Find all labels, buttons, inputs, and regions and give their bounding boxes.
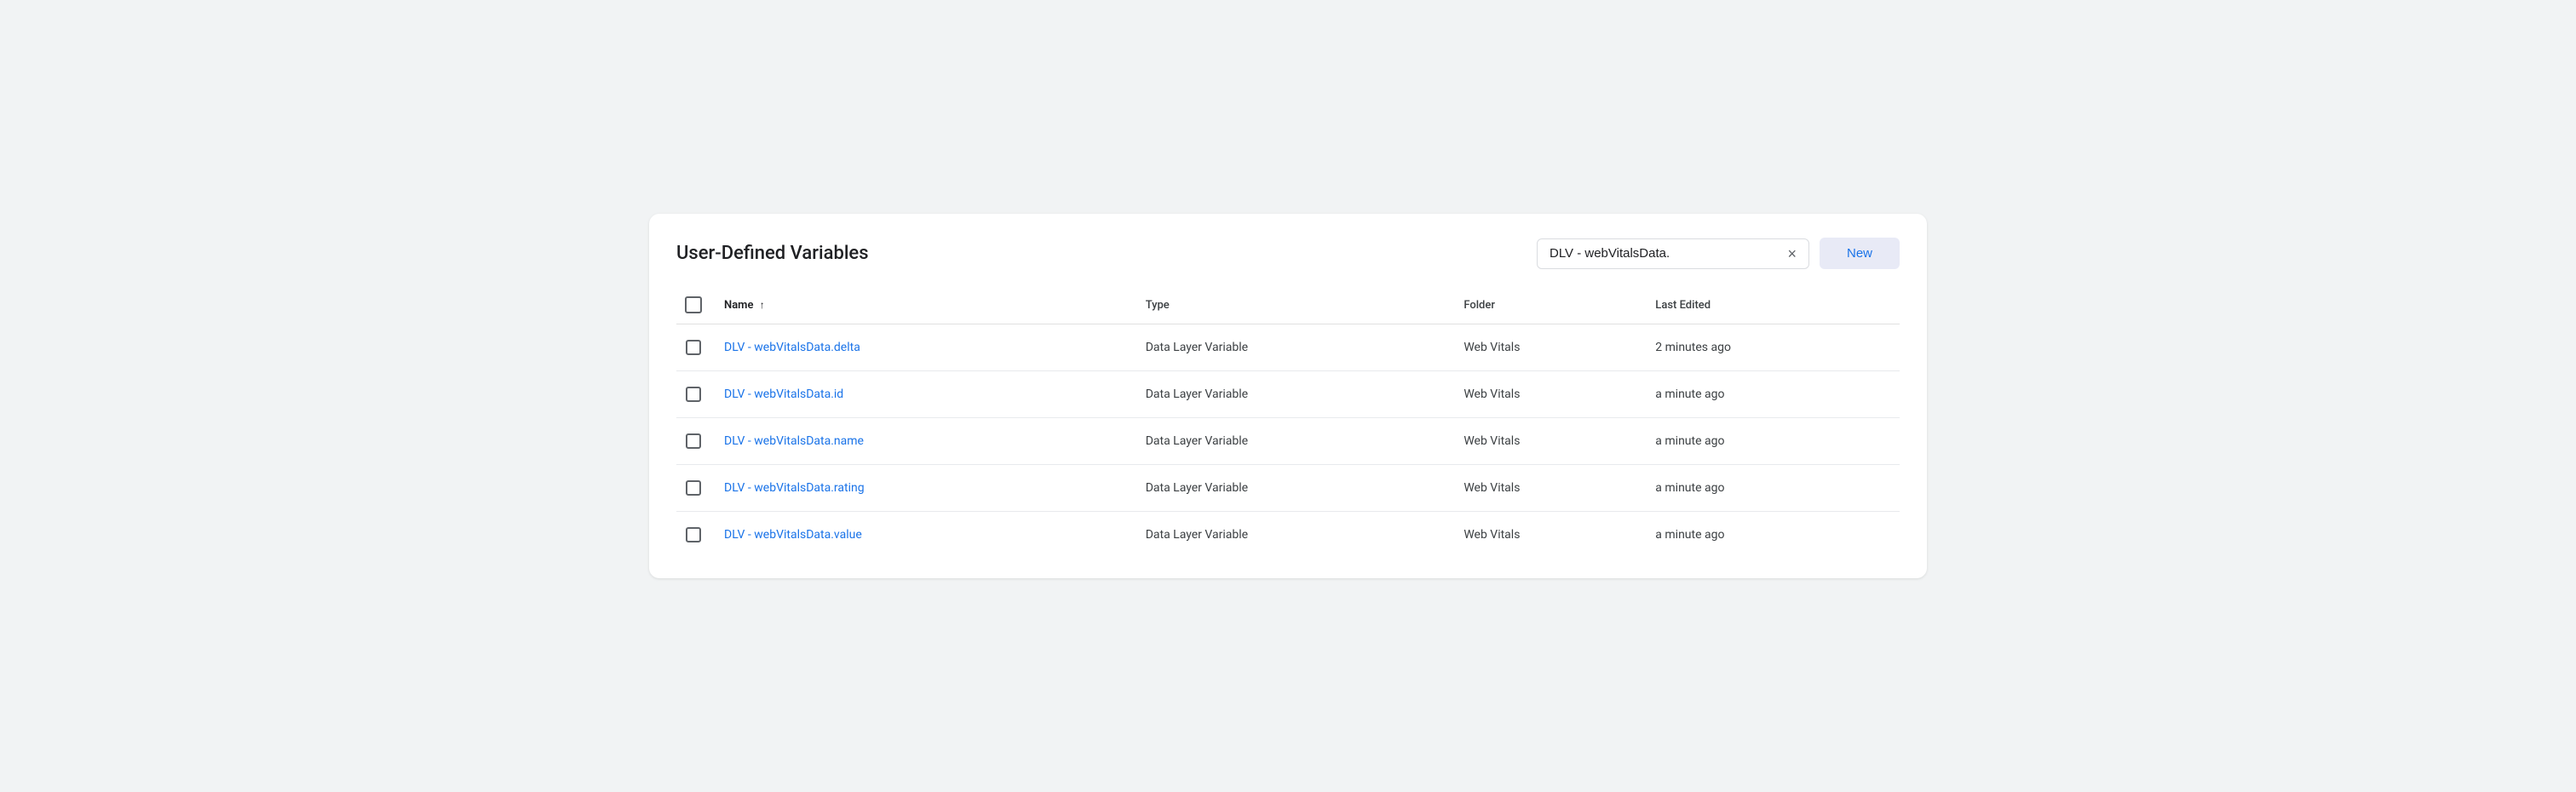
- row-type-cell-4: Data Layer Variable: [1146, 512, 1464, 559]
- main-card: User-Defined Variables × New Name: [649, 214, 1927, 578]
- row-name-cell-4: DLV - webVitalsData.value: [724, 512, 1146, 559]
- new-button[interactable]: New: [1820, 238, 1900, 269]
- row-name-cell-2: DLV - webVitalsData.name: [724, 418, 1146, 465]
- row-folder-cell-4: Web Vitals: [1463, 512, 1655, 559]
- row-last-edited-cell-2: a minute ago: [1655, 418, 1900, 465]
- row-type-cell-0: Data Layer Variable: [1146, 324, 1464, 371]
- row-checkbox-2[interactable]: [686, 433, 701, 449]
- row-folder-cell-1: Web Vitals: [1463, 371, 1655, 418]
- table-row: DLV - webVitalsData.rating Data Layer Va…: [676, 465, 1900, 512]
- row-checkbox-3[interactable]: [686, 480, 701, 496]
- table-row: DLV - webVitalsData.value Data Layer Var…: [676, 512, 1900, 559]
- column-header-type: Type: [1146, 286, 1464, 324]
- variable-link-1[interactable]: DLV - webVitalsData.id: [724, 387, 843, 401]
- select-all-checkbox[interactable]: [685, 296, 702, 313]
- sort-ascending-icon: ↑: [760, 299, 765, 311]
- table-row: DLV - webVitalsData.id Data Layer Variab…: [676, 371, 1900, 418]
- variable-link-4[interactable]: DLV - webVitalsData.value: [724, 528, 862, 542]
- row-name-cell-3: DLV - webVitalsData.rating: [724, 465, 1146, 512]
- row-type-cell-1: Data Layer Variable: [1146, 371, 1464, 418]
- search-input[interactable]: [1550, 246, 1780, 261]
- variable-link-2[interactable]: DLV - webVitalsData.name: [724, 434, 864, 448]
- row-name-cell-0: DLV - webVitalsData.delta: [724, 324, 1146, 371]
- column-header-name[interactable]: Name ↑: [724, 286, 1146, 324]
- search-box: ×: [1537, 238, 1809, 269]
- row-type-cell-2: Data Layer Variable: [1146, 418, 1464, 465]
- row-folder-cell-3: Web Vitals: [1463, 465, 1655, 512]
- column-header-folder: Folder: [1463, 286, 1655, 324]
- row-folder-cell-0: Web Vitals: [1463, 324, 1655, 371]
- table-body: DLV - webVitalsData.delta Data Layer Var…: [676, 324, 1900, 559]
- table-row: DLV - webVitalsData.delta Data Layer Var…: [676, 324, 1900, 371]
- row-checkbox-cell-3: [676, 465, 724, 512]
- row-folder-cell-2: Web Vitals: [1463, 418, 1655, 465]
- header-actions: × New: [1537, 238, 1900, 269]
- variable-link-3[interactable]: DLV - webVitalsData.rating: [724, 481, 865, 495]
- table-container: Name ↑ Type Folder Last Edited DLV - web…: [649, 286, 1927, 578]
- column-header-last-edited: Last Edited: [1655, 286, 1900, 324]
- row-checkbox-1[interactable]: [686, 387, 701, 402]
- row-checkbox-cell-2: [676, 418, 724, 465]
- row-checkbox-cell-4: [676, 512, 724, 559]
- variables-table: Name ↑ Type Folder Last Edited DLV - web…: [676, 286, 1900, 558]
- row-checkbox-cell-0: [676, 324, 724, 371]
- row-checkbox-cell-1: [676, 371, 724, 418]
- row-type-cell-3: Data Layer Variable: [1146, 465, 1464, 512]
- row-checkbox-0[interactable]: [686, 340, 701, 355]
- row-last-edited-cell-3: a minute ago: [1655, 465, 1900, 512]
- row-checkbox-4[interactable]: [686, 527, 701, 542]
- header-checkbox-cell: [676, 286, 724, 324]
- row-last-edited-cell-4: a minute ago: [1655, 512, 1900, 559]
- page-title: User-Defined Variables: [676, 243, 869, 264]
- row-name-cell-1: DLV - webVitalsData.id: [724, 371, 1146, 418]
- table-row: DLV - webVitalsData.name Data Layer Vari…: [676, 418, 1900, 465]
- card-header: User-Defined Variables × New: [649, 214, 1927, 286]
- variable-link-0[interactable]: DLV - webVitalsData.delta: [724, 341, 860, 354]
- search-clear-button[interactable]: ×: [1787, 246, 1797, 261]
- row-last-edited-cell-0: 2 minutes ago: [1655, 324, 1900, 371]
- table-header-row: Name ↑ Type Folder Last Edited: [676, 286, 1900, 324]
- row-last-edited-cell-1: a minute ago: [1655, 371, 1900, 418]
